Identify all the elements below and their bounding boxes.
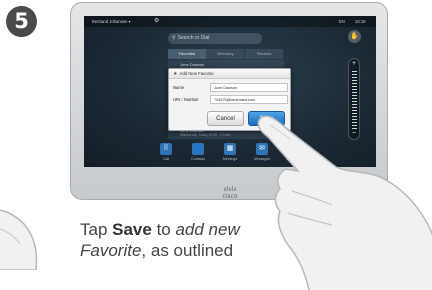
nav-label: Contacts [191,157,205,161]
user-menu[interactable]: Bertrand Johansen ▾ [92,16,131,27]
mute-microphone-icon[interactable]: ✋ [348,30,361,43]
name-label: Name [173,85,185,90]
left-hand-illustration [0,209,38,270]
name-field[interactable]: June Dawson [210,83,288,92]
search-input[interactable]: ⚲ Search or Dial [168,33,262,44]
search-placeholder: Search or Dial [177,35,210,41]
status-bar: Bertrand Johansen ▾ ⚙ EN 10:19 [84,16,376,27]
cancel-button[interactable]: Cancel [207,111,244,126]
nav-meetings[interactable]: ▦ Meetings [222,141,238,167]
nav-label: Meetings [222,157,238,161]
tab-directory[interactable]: Directory [206,49,246,59]
dialog-title: Add New Favorite [179,71,214,76]
volume-up-icon[interactable]: + [349,61,359,67]
list-item-sub: Missed call, Today 10:05 · 2 Calls [180,133,231,137]
instruction-caption: Tap Save to add new Favorite, as outline… [80,220,240,260]
keypad-icon: ⠿ [160,143,172,155]
contact-icon: 👤 [192,143,204,155]
clock: 10:19 [355,19,366,24]
instruction-page: 5 Bertrand Johansen ▾ ⚙ EN 10:19 ⚲ Search… [0,0,432,290]
nav-call[interactable]: ⠿ Call [158,141,174,167]
tab-favorites[interactable]: Favorites [168,49,207,59]
language-indicator: EN [339,19,345,24]
caption-bold-save: Save [112,220,152,239]
nav-contacts[interactable]: 👤 Contacts [190,141,206,167]
uri-label: URI / Number [173,97,199,102]
star-icon: ★ [173,71,178,77]
tab-recents[interactable]: Recents [245,49,285,59]
gear-icon[interactable]: ⚙ [154,16,159,27]
nav-label: Call [162,157,170,161]
search-icon: ⚲ [172,35,176,41]
calendar-icon: ▦ [224,143,236,155]
dialog-title-bar: ★ Add New Favorite [169,69,290,79]
name-field-row: Name June Dawson [173,83,288,93]
directory-tabs: Favorites Directory Recents [168,49,285,59]
pointing-hand-illustration [257,115,432,290]
step-number-badge: 5 [6,6,37,37]
